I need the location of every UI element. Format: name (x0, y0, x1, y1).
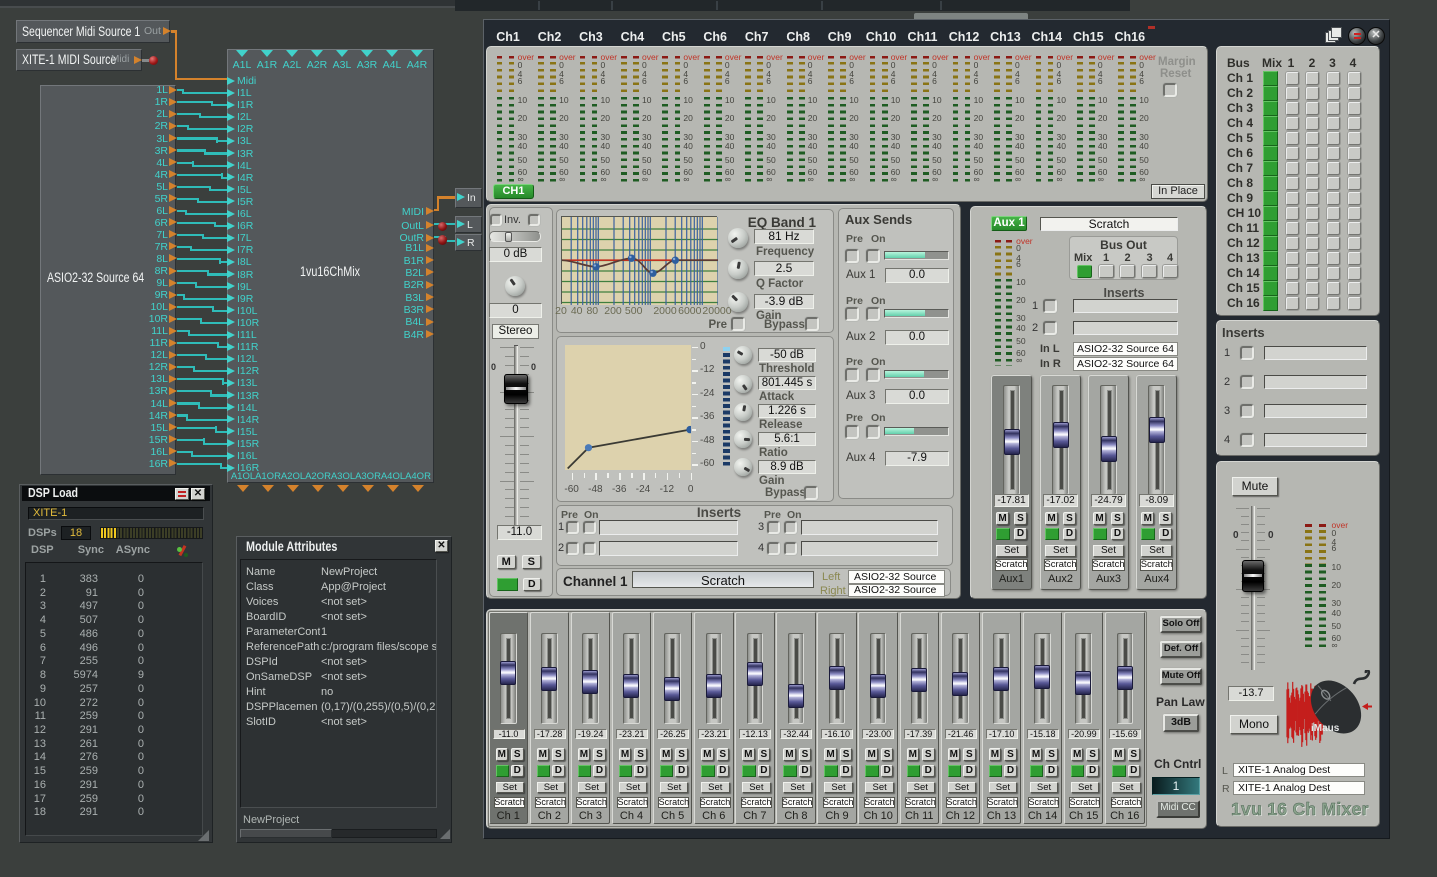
svg-text:iMaus: iMaus (1311, 723, 1340, 734)
